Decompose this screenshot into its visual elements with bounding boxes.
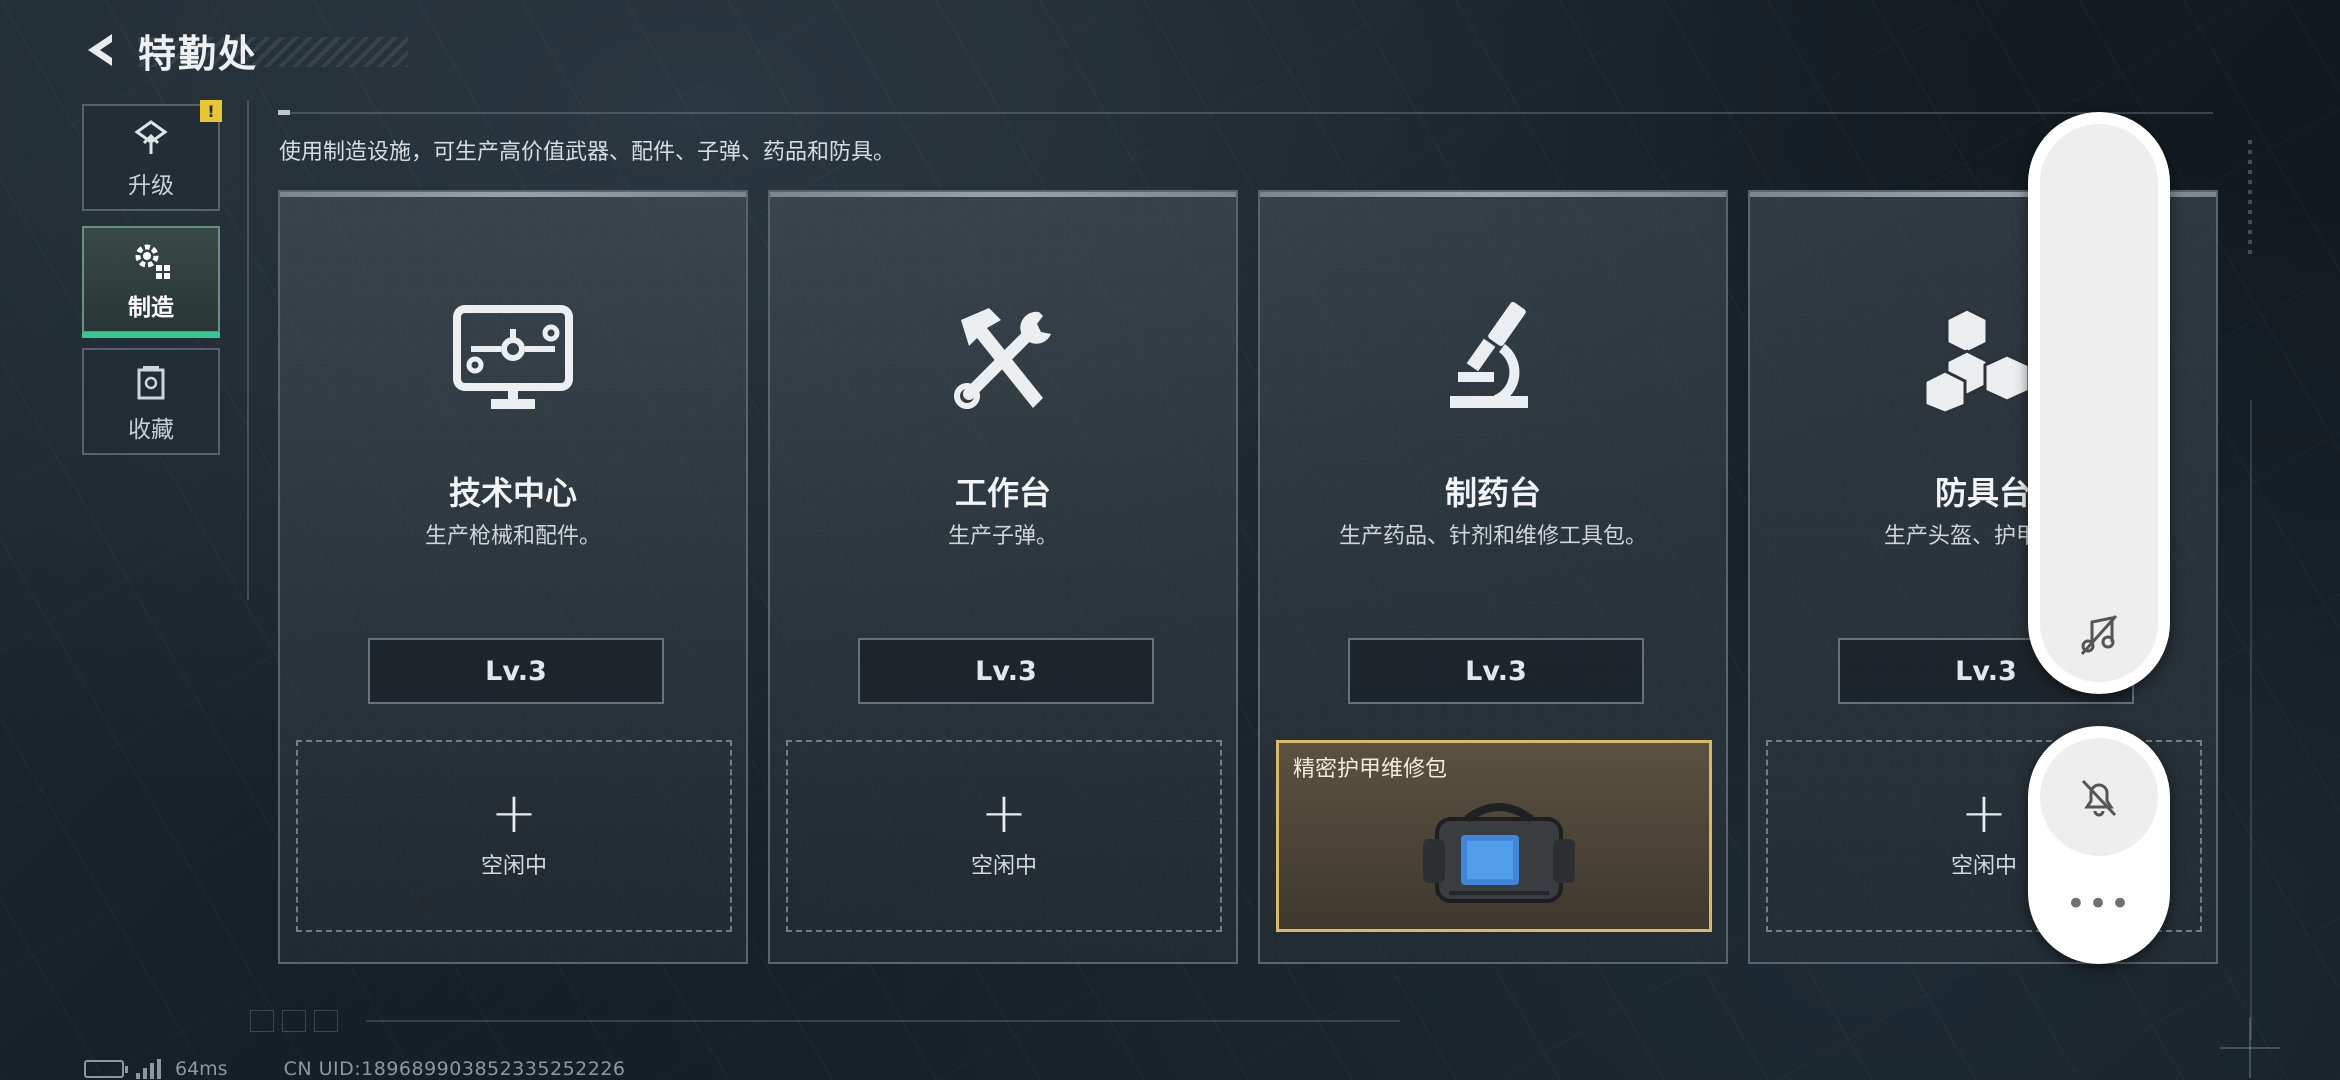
sidebar-item-collection[interactable]: 收藏 <box>82 348 220 455</box>
divider-horizontal <box>278 110 2213 115</box>
collection-icon <box>129 360 173 404</box>
corner-crosshair <box>2220 1018 2280 1078</box>
plus-icon: + <box>1960 781 2008 846</box>
floating-panel <box>2028 112 2170 694</box>
facility-level: Lv.3 <box>368 638 664 704</box>
deco-square <box>314 1010 338 1032</box>
production-slot-active[interactable]: 精密护甲维修包 <box>1276 740 1712 932</box>
floating-panel-inner <box>2040 124 2158 682</box>
facility-description: 生产枪械和配件。 <box>424 524 601 549</box>
deco-square <box>282 1010 306 1032</box>
edge-line <box>2250 400 2252 1040</box>
gear-icon <box>129 238 173 282</box>
bottom-decoration <box>250 1010 1400 1032</box>
upgrade-icon <box>129 116 173 160</box>
alert-badge: ! <box>200 100 222 122</box>
facility-description: 生产子弹。 <box>947 524 1058 549</box>
page-title: 特勤处 <box>138 31 259 76</box>
plus-icon: + <box>980 781 1028 846</box>
monitor-circuit-icon <box>448 298 578 418</box>
hammer-wrench-icon <box>938 298 1068 418</box>
facility-description: 生产药品、针剂和维修工具包。 <box>1338 524 1647 549</box>
repair-kit-bag-icon <box>1419 781 1579 921</box>
status-bar: 64ms CN UID:189689903852335252226 <box>84 1058 626 1080</box>
production-item-name: 精密护甲维修包 <box>1293 757 1448 782</box>
signal-icon <box>136 1059 161 1079</box>
battery-icon <box>84 1060 128 1078</box>
user-uid: CN UID:189689903852335252226 <box>283 1058 626 1080</box>
microscope-icon <box>1428 298 1558 418</box>
slot-status: 空闲中 <box>970 854 1037 879</box>
slot-status: 空闲中 <box>1950 854 2017 879</box>
facility-title: 工作台 <box>954 474 1051 512</box>
sidebar-item-craft[interactable]: 制造 <box>82 226 220 338</box>
sidebar-item-label: 收藏 <box>128 416 174 443</box>
deco-square <box>250 1010 274 1032</box>
deco-bar <box>366 1020 1400 1022</box>
bell-off-icon[interactable] <box>2040 738 2158 856</box>
side-nav: ! 升级 制造 收藏 <box>82 100 222 470</box>
facility-level: Lv.3 <box>858 638 1154 704</box>
sidebar-item-label: 制造 <box>128 294 174 321</box>
facility-level: Lv.3 <box>1348 638 1644 704</box>
facility-card-workbench[interactable]: 工作台 生产子弹。 Lv.3 + 空闲中 <box>768 190 1238 964</box>
facility-cards: 技术中心 生产枪械和配件。 Lv.3 + 空闲中 工作台 生产子弹。 Lv.3 … <box>278 190 2218 964</box>
header: 特勤处 <box>80 22 409 78</box>
divider-vertical <box>247 100 249 600</box>
production-slot-idle[interactable]: + 空闲中 <box>786 740 1222 932</box>
production-slot-idle[interactable]: + 空闲中 <box>296 740 732 932</box>
music-off-icon[interactable] <box>2064 600 2134 670</box>
facility-title: 技术中心 <box>448 474 577 512</box>
sidebar-item-label: 升级 <box>128 172 174 199</box>
facility-title: 制药台 <box>1444 474 1541 512</box>
floating-controls: ••• <box>2028 726 2170 964</box>
slot-status: 空闲中 <box>480 854 547 879</box>
plus-icon: + <box>490 781 538 846</box>
sidebar-item-upgrade[interactable]: ! 升级 <box>82 100 222 211</box>
page-description: 使用制造设施，可生产高价值武器、配件、子弹、药品和防具。 <box>279 140 896 165</box>
facility-card-tech-center[interactable]: 技术中心 生产枪械和配件。 Lv.3 + 空闲中 <box>278 190 748 964</box>
edge-decoration <box>2248 140 2252 260</box>
more-options-button[interactable]: ••• <box>2028 887 2170 921</box>
ping-value: 64ms <box>175 1058 228 1080</box>
back-arrow-icon[interactable] <box>80 28 124 72</box>
facility-card-pharmacy[interactable]: 制药台 生产药品、针剂和维修工具包。 Lv.3 精密护甲维修包 <box>1258 190 1728 964</box>
